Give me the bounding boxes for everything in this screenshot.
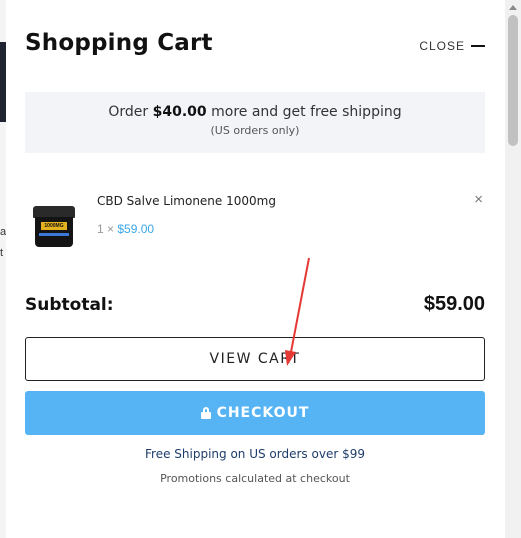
free-shipping-notice: Order $40.00 more and get free shipping … [25,92,485,153]
notice-suffix: more and get free shipping [206,104,402,120]
checkout-label: CHECKOUT [216,405,310,421]
close-label: CLOSE [419,39,465,53]
subtotal-value: $59.00 [423,293,485,315]
jar-label: 1000MG [41,222,67,230]
notice-message: Order $40.00 more and get free shipping [25,104,485,120]
background-text: t [0,247,4,259]
subtotal-label: Subtotal: [25,295,114,315]
scrollbar[interactable] [505,0,521,538]
close-line-icon [471,45,485,47]
item-price: $59.00 [117,222,155,236]
cart-drawer: Shopping Cart CLOSE Order $40.00 more an… [6,0,505,538]
view-cart-label: VIEW CART [209,351,301,367]
notice-amount: $40.00 [152,104,207,120]
checkout-button[interactable]: CHECKOUT [25,391,485,435]
cart-title: Shopping Cart [25,30,213,56]
scrollbar-thumb[interactable] [508,15,518,146]
promotions-text: Promotions calculated at checkout [160,472,350,485]
item-quantity-price: 1 × $59.00 [97,222,154,236]
view-cart-button[interactable]: VIEW CART [25,337,485,381]
lock-icon [200,407,211,419]
notice-note: (US orders only) [210,124,300,137]
free-shipping-text: Free Shipping on US orders over $99 [145,447,365,461]
item-quantity: 1 × [97,222,115,236]
scroll-up-arrow-icon[interactable] [505,0,521,14]
remove-icon[interactable]: × [474,192,483,207]
cart-item: 1000MG CBD Salve Limonene 1000mg 1 × $59… [25,190,485,260]
product-name-link[interactable]: CBD Salve Limonene 1000mg [97,194,276,208]
product-thumbnail[interactable]: 1000MG [33,206,75,248]
jar-stripe [39,233,69,236]
notice-prefix: Order [108,104,153,120]
close-button[interactable]: CLOSE [419,39,485,53]
